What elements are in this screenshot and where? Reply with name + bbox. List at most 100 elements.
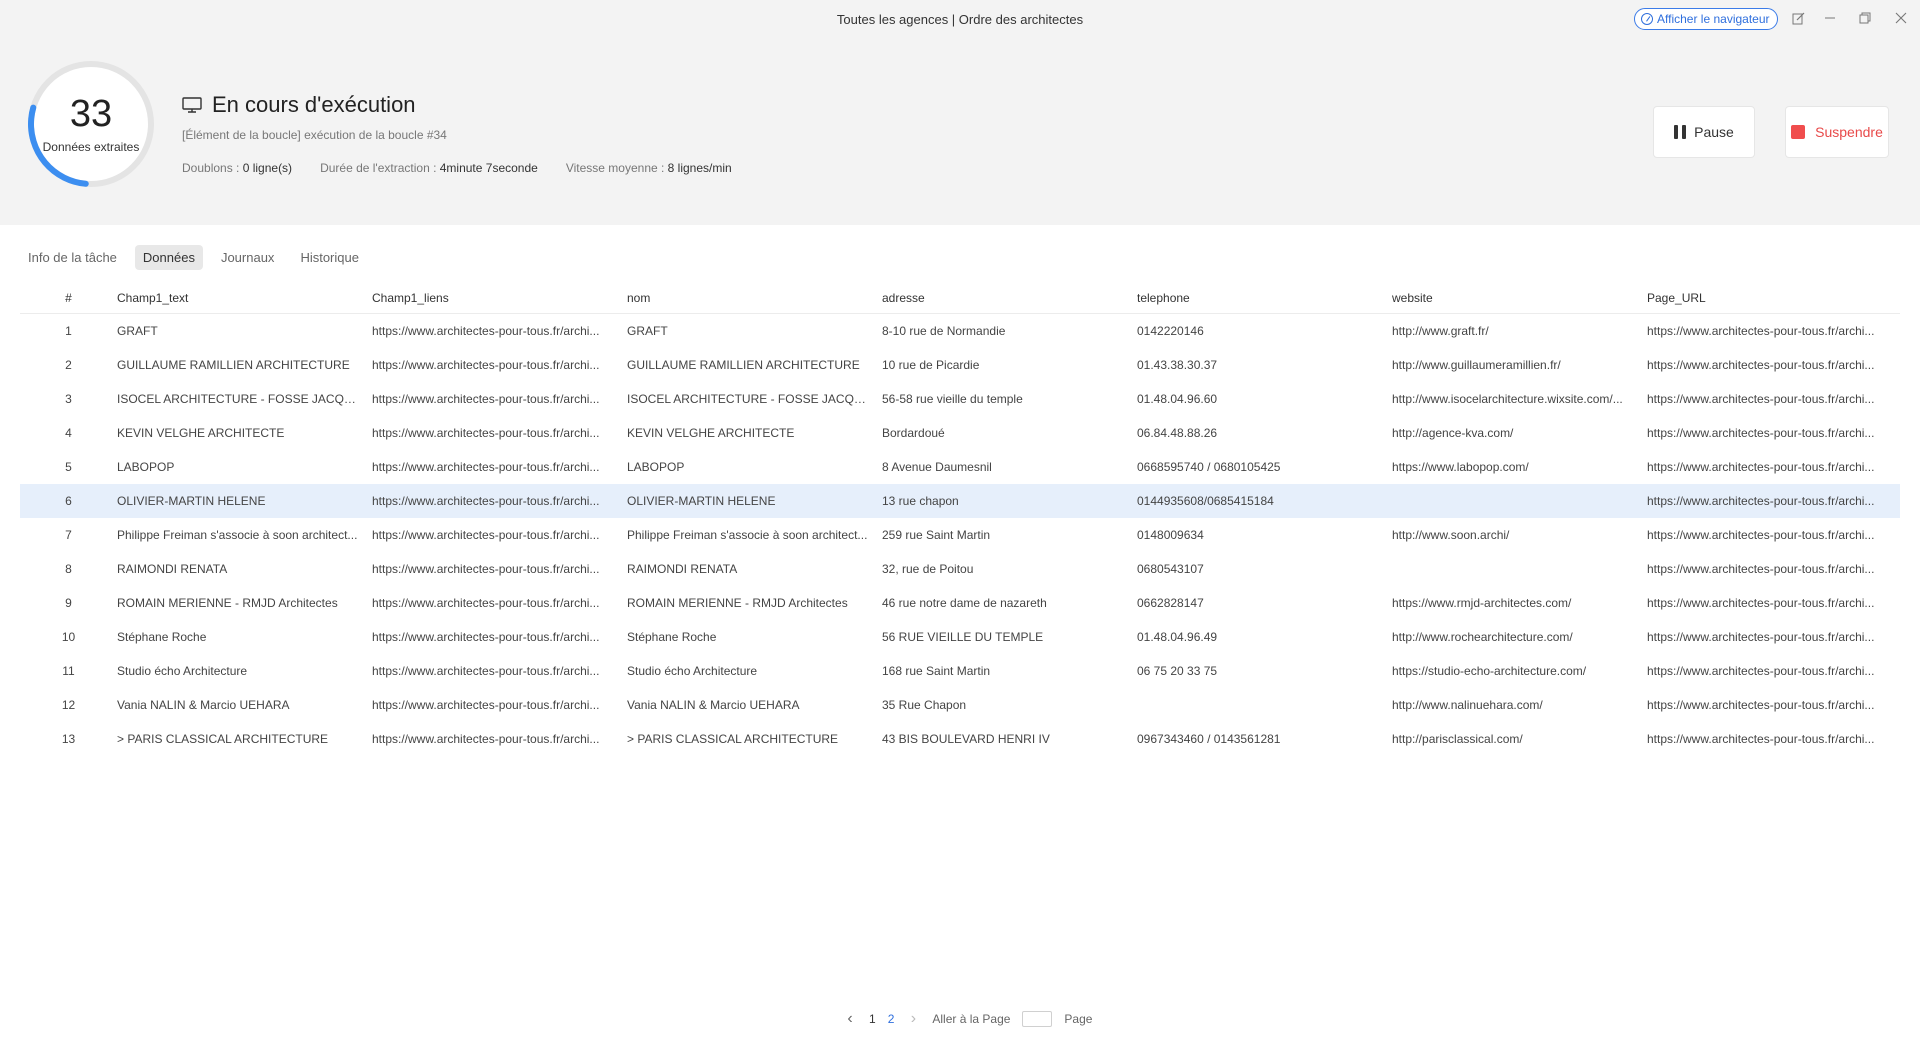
table-row[interactable]: 4 KEVIN VELGHE ARCHITECTE https://www.arch… — [20, 416, 1900, 450]
table-cell: 7 — [65, 528, 72, 542]
table-cell: OLIVIER-MARTIN HELENE — [627, 494, 776, 508]
table-cell: LABOPOP — [117, 460, 175, 474]
tab-bar: Info de la tâche Données Journaux Histor… — [20, 245, 367, 270]
table-cell: Studio écho Architecture — [627, 664, 758, 678]
tab-history[interactable]: Historique — [292, 245, 367, 270]
run-status: En cours d'exécution — [212, 92, 416, 117]
table-cell: Vania NALIN & Marcio UEHARA — [627, 698, 800, 712]
table-cell: http://www.graft.fr/ — [1392, 324, 1489, 338]
page-2[interactable]: 2 — [888, 1012, 895, 1026]
table-row[interactable]: 8 RAIMONDI RENATA https://www.architectes-… — [20, 552, 1900, 586]
table-cell: ISOCEL ARCHITECTURE - FOSSE JACQUES-... — [627, 392, 882, 406]
page-suffix: Page — [1064, 1012, 1093, 1026]
prev-page-icon[interactable]: ‹ — [843, 1010, 857, 1028]
page-1[interactable]: 1 — [869, 1012, 876, 1026]
tab-data[interactable]: Données — [134, 245, 203, 270]
table-cell: https://www.architectes-pour-tous.fr/arc… — [1647, 698, 1875, 712]
table-cell: https://www.architectes-pour-tous.fr/arc… — [372, 460, 600, 474]
table-header: # Champ1_text Champ1_liens nom adresse t… — [20, 282, 1900, 314]
table-cell: GUILLAUME RAMILLIEN ARCHITECTURE — [117, 358, 350, 372]
table-cell: Philippe Freiman s'associe à soon archit… — [117, 528, 358, 542]
table-cell: 01.48.04.96.60 — [1137, 392, 1218, 406]
table-cell: https://www.architectes-pour-tous.fr/arc… — [1647, 426, 1875, 440]
extracted-count: 33 — [69, 93, 113, 135]
table-cell: https://www.architectes-pour-tous.fr/arc… — [1647, 630, 1875, 644]
table-row[interactable]: 2 GUILLAUME RAMILLIEN ARCHITECTURE https:/… — [20, 348, 1900, 382]
table-row[interactable]: 5 LABOPOP https://www.architectes-pour-tou… — [20, 450, 1900, 484]
run-stats: Doublons : 0 ligne(s) Durée de l'extract… — [182, 161, 732, 175]
table-cell: https://www.architectes-pour-tous.fr/arc… — [372, 494, 600, 508]
stop-label: Suspendre — [1815, 124, 1883, 140]
table-cell: RAIMONDI RENATA — [627, 562, 738, 576]
table-cell: 4 — [65, 426, 72, 440]
table-cell: https://www.architectes-pour-tous.fr/arc… — [372, 324, 600, 338]
table-cell: 56-58 rue vieille du temple — [882, 392, 1023, 406]
table-cell: 13 rue chapon — [882, 494, 959, 508]
table-row[interactable]: 3 ISOCEL ARCHITECTURE - FOSSE JACQUES-...… — [20, 382, 1900, 416]
tab-logs[interactable]: Journaux — [213, 245, 282, 270]
column-header[interactable]: website — [1392, 291, 1647, 305]
table-row[interactable]: 13 > PARIS CLASSICAL ARCHITECTURE https://… — [20, 722, 1900, 756]
table-cell: 06 75 20 33 75 — [1137, 664, 1218, 678]
run-summary-panel: 33 Données extraites En cours d'exécutio… — [0, 40, 1920, 225]
table-cell: 0148009634 — [1137, 528, 1204, 542]
restore-icon[interactable] — [1857, 10, 1873, 26]
column-header[interactable]: Page_URL — [1647, 291, 1890, 305]
table-row[interactable]: 12 Vania NALIN & Marcio UEHARA https://www… — [20, 688, 1900, 722]
table-row[interactable]: 6 OLIVIER-MARTIN HELENE https://www.archit… — [20, 484, 1900, 518]
table-cell: ISOCEL ARCHITECTURE - FOSSE JACQUES-... — [117, 392, 372, 406]
table-cell: 8 Avenue Daumesnil — [882, 460, 992, 474]
table-row[interactable]: 11 Studio écho Architecture https://www.ar… — [20, 654, 1900, 688]
table-cell: 2 — [65, 358, 72, 372]
table-cell: 0967343460 / 0143561281 — [1137, 732, 1281, 746]
table-cell: https://www.architectes-pour-tous.fr/arc… — [1647, 494, 1875, 508]
table-row[interactable]: 7 Philippe Freiman s'associe à soon archi… — [20, 518, 1900, 552]
table-cell: 9 — [65, 596, 72, 610]
table-row[interactable]: 1 GRAFT https://www.architectes-pour-tous.… — [20, 314, 1900, 348]
table-cell: 3 — [65, 392, 72, 406]
minimize-icon[interactable] — [1822, 10, 1838, 26]
monitor-icon — [182, 97, 202, 113]
stop-button[interactable]: Suspendre — [1785, 106, 1889, 158]
table-row[interactable]: 10 Stéphane Roche https://www.architectes-… — [20, 620, 1900, 654]
column-header[interactable]: Champ1_liens — [372, 291, 627, 305]
column-header[interactable]: Champ1_text — [117, 291, 372, 305]
table-row[interactable]: 9 ROMAIN MERIENNE - RMJD Architectes https… — [20, 586, 1900, 620]
pause-label: Pause — [1694, 124, 1734, 140]
column-header[interactable]: nom — [627, 291, 882, 305]
table-cell: https://www.architectes-pour-tous.fr/arc… — [372, 426, 600, 440]
table-cell: https://www.architectes-pour-tous.fr/arc… — [372, 528, 600, 542]
table-cell: 259 rue Saint Martin — [882, 528, 991, 542]
table-cell: 46 rue notre dame de nazareth — [882, 596, 1047, 610]
stop-icon — [1791, 125, 1806, 139]
table-cell: https://www.architectes-pour-tous.fr/arc… — [372, 358, 600, 372]
table-cell: ROMAIN MERIENNE - RMJD Architectes — [627, 596, 848, 610]
table-cell: 0144935608/0685415184 — [1137, 494, 1274, 508]
table-cell: https://www.rmjd-architectes.com/ — [1392, 596, 1572, 610]
close-icon[interactable] — [1893, 10, 1909, 26]
table-cell: 0680543107 — [1137, 562, 1204, 576]
data-table: # Champ1_text Champ1_liens nom adresse t… — [20, 282, 1900, 756]
pause-button[interactable]: Pause — [1653, 106, 1755, 158]
table-cell: 32, rue de Poitou — [882, 562, 974, 576]
tab-task-info[interactable]: Info de la tâche — [20, 245, 125, 270]
edit-icon[interactable] — [1790, 10, 1806, 26]
loop-info: [Élément de la boucle] exécution de la b… — [182, 128, 447, 142]
column-header[interactable]: # — [20, 291, 117, 305]
show-browser-button[interactable]: Afficher le navigateur — [1634, 8, 1778, 30]
table-cell: https://www.architectes-pour-tous.fr/arc… — [1647, 596, 1875, 610]
column-header[interactable]: telephone — [1137, 291, 1392, 305]
table-cell: http://www.rochearchitecture.com/ — [1392, 630, 1573, 644]
table-cell: 0668595740 / 0680105425 — [1137, 460, 1281, 474]
table-cell: 5 — [65, 460, 72, 474]
column-header[interactable]: adresse — [882, 291, 1137, 305]
table-cell: 8-10 rue de Normandie — [882, 324, 1006, 338]
table-cell: Bordardoué — [882, 426, 945, 440]
table-cell: https://www.architectes-pour-tous.fr/arc… — [1647, 358, 1875, 372]
next-page-icon[interactable]: › — [906, 1010, 920, 1028]
table-cell: OLIVIER-MARTIN HELENE — [117, 494, 266, 508]
table-cell: 10 rue de Picardie — [882, 358, 980, 372]
goto-page-input[interactable] — [1022, 1011, 1053, 1027]
table-cell: http://parisclassical.com/ — [1392, 732, 1523, 746]
table-cell: http://www.soon.archi/ — [1392, 528, 1510, 542]
